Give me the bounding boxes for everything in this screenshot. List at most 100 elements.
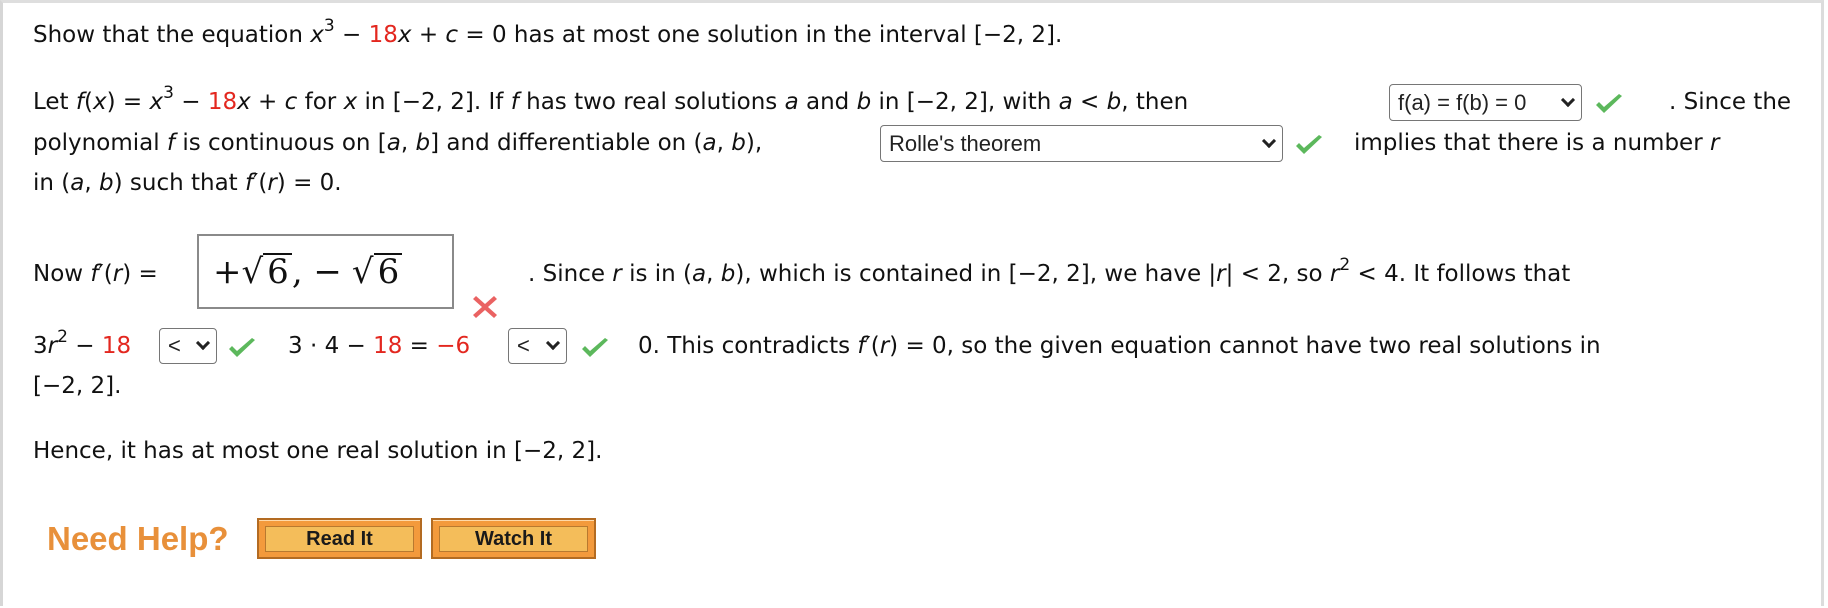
text: polynomial [33,130,167,156]
var-x: x [92,89,107,115]
coefficient: 18 [368,22,398,48]
check-icon [582,338,608,357]
text: ) = 0, so the given equation cannot have… [889,333,1601,359]
text: is continuous on [ [175,130,387,156]
text: = [402,333,437,359]
chevron-down-icon [1560,92,1576,107]
text-since-the: . Since the [1669,89,1792,115]
text: < 4. It follows that [1350,261,1571,287]
conclusion: Hence, it has at most one real solution … [33,438,603,464]
var-r: r [879,333,890,359]
text: 0. This contradicts [638,333,858,359]
text: Let [33,89,76,115]
check-icon [1596,94,1622,113]
var-f: f [75,89,84,115]
proof-line-5-start: Now f′(r) = [33,259,158,289]
var-r: r [612,261,622,287]
var-x: x [237,89,251,115]
proof-line-3: polynomial f is continuous on [a, b] and… [33,128,762,158]
var-b: b [415,130,431,156]
var-f: f [245,170,254,196]
var-a: a [692,261,707,287]
select-inequality-1[interactable]: < [159,328,217,364]
var-x: x [310,22,324,48]
var-b: b [731,130,746,156]
chevron-down-icon [545,335,561,351]
check-icon [229,338,255,357]
var-b: b [720,261,736,287]
text: Show that the equation [33,22,311,48]
text: = 0 has at most one solution in the inte… [458,22,1063,48]
select-condition[interactable]: f(a) = f(b) = 0 [1389,84,1582,121]
exponent: 2 [1339,255,1351,275]
text: ), [745,130,763,156]
text: in [−2, 2], with [871,89,1059,115]
var-x: x [149,89,164,115]
proof-line-6-rest: 0. This contradicts f′(r) = 0, so the gi… [638,331,1601,361]
text: is in ( [621,261,693,287]
var-c: c [284,89,298,115]
value: −6 [436,333,471,359]
proof-line-2: Let f(x) = x3 − 18x + c for x in [−2, 2]… [33,83,1189,119]
coefficient: 18 [101,333,132,359]
text: < [1072,89,1107,115]
text: ′( [253,170,268,196]
text: + [250,89,285,115]
text: ′( [865,333,880,359]
text: in [−2, 2]. If [357,89,511,115]
var-b: b [99,170,114,196]
var-r: r [112,261,123,287]
watch-it-label: Watch It [439,526,588,552]
text: , [716,130,732,156]
need-help-label: Need Help? [47,520,229,557]
text: ) = [122,261,158,287]
var-a: a [784,89,799,115]
read-it-button[interactable]: Read It [257,518,422,559]
text: in ( [33,170,71,196]
exponent: 3 [163,83,174,103]
var-f: f [857,333,866,359]
check-icon [1296,135,1322,154]
var-x: x [397,22,412,48]
text: + [411,22,446,48]
select-theorem[interactable]: Rolle's theorem [880,125,1283,162]
answer-input[interactable]: + √ 6, − √ 6 [197,234,454,309]
text: , [84,170,99,196]
answer-separator: , − [291,251,342,292]
var-f: f [90,261,99,287]
text: for [297,89,344,115]
coefficient: 18 [373,333,403,359]
text: Now [33,261,91,287]
var-x: x [343,89,358,115]
var-f: f [510,89,519,115]
text: ( [84,89,93,115]
text: , [706,261,721,287]
text: , [400,130,416,156]
proof-line-7: [−2, 2]. [33,373,122,399]
select-value: < [168,333,181,358]
var-a: a [702,130,717,156]
var-r: r [1709,130,1720,156]
var-c: c [445,22,459,48]
text: , then [1121,89,1189,115]
text: . Since [528,261,613,287]
select-inequality-2[interactable]: < [508,328,567,364]
text: ), which is contained in [−2, 2], we hav… [735,261,1217,287]
chevron-down-icon [1261,133,1277,148]
proof-line-6-mid: 3 · 4 − 18 = −6 [288,331,470,361]
text: ) = 0. [276,170,342,196]
var-r: r [1329,261,1340,287]
watch-it-button[interactable]: Watch It [431,518,596,559]
text: | < 2, so [1225,261,1330,287]
text: − [334,22,369,48]
select-value: < [517,333,530,358]
proof-line-6-start: 3r2 − 18 [33,327,132,363]
exponent: 3 [323,16,335,36]
coefficient: 18 [207,89,238,115]
text: − [173,89,208,115]
text: 3 · 4 − [288,333,374,359]
problem-statement: Show that the equation x3 − 18x + c = 0 … [33,16,1063,52]
text-implies: implies that there is a number r [1354,128,1719,158]
read-it-label: Read It [265,526,414,552]
radicand: 6 [373,252,403,289]
